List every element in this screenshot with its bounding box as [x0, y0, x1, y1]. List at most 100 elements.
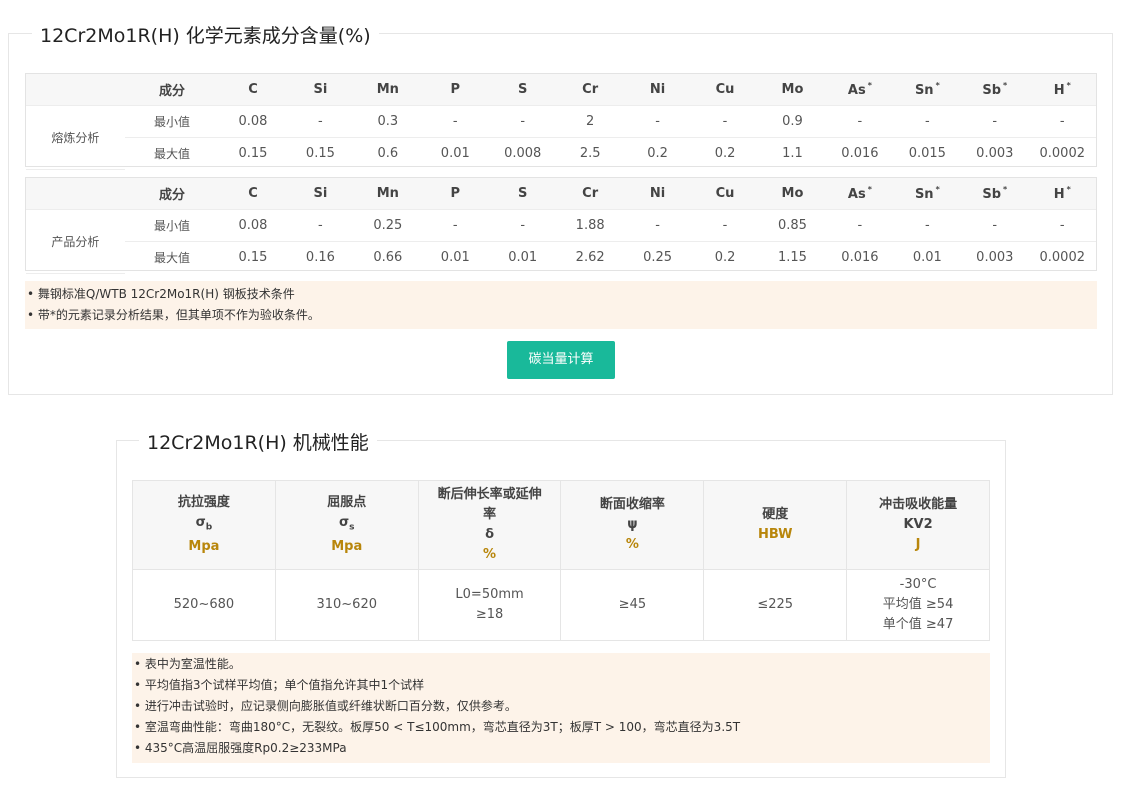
value-cell: 0.15: [238, 250, 268, 265]
value-cell: 0.008: [504, 146, 542, 161]
property-unit: HBW: [758, 527, 793, 542]
analysis-type-label: 产品分析: [26, 209, 125, 274]
table-row: 最大值 0.15 0.16 0.66 0.01 0.01 2.62 0.25 0.2 1.15 0.…: [26, 242, 1096, 274]
note-item: • 表中为室温性能。: [134, 657, 241, 671]
property-value: 520~680: [132, 569, 276, 641]
header-spacer: [26, 74, 125, 106]
value-cell: -: [826, 105, 894, 138]
element-symbol: Cr: [582, 186, 599, 201]
value-cell: 0.016: [841, 250, 879, 265]
element-header: Si: [286, 74, 355, 106]
value-cell: 0.25: [354, 209, 422, 242]
table-row: 熔炼分析 最小值 0.08-0.3- -2- -0.9- - - -: [26, 105, 1096, 170]
element-header: Cu: [691, 178, 759, 210]
value-cell: 0.2: [714, 146, 736, 161]
star-mark: *: [867, 81, 872, 90]
element-symbol: H: [1053, 187, 1065, 202]
property-unit: J: [915, 537, 921, 552]
element-header: C: [219, 74, 287, 106]
element-header: S: [489, 178, 557, 210]
row-label: 最小值: [124, 209, 220, 242]
note-item: • 室温弯曲性能：弯曲180°C，无裂纹。板厚50 < T≤100mm，弯芯直径…: [134, 720, 741, 734]
symbol-subscript: b: [205, 522, 213, 533]
property-symbol: σb: [133, 513, 275, 538]
value-line: 310~620: [316, 597, 377, 612]
element-header: Cr: [556, 74, 624, 106]
value-cell: 0.01: [912, 250, 942, 265]
element-header: S: [489, 74, 557, 106]
property-header: 冲击吸收能量 KV2 J: [846, 480, 990, 570]
value-cell: -: [286, 209, 355, 242]
table-row: 产品分析 最小值 0.08-0.25- -1.88- -0.85- - - -: [26, 209, 1096, 274]
note-item: • 带*的元素记录分析结果，但其单项不作为验收条件。: [27, 308, 320, 322]
carbon-equivalent-button[interactable]: 碳当量计算: [507, 341, 615, 379]
element-header: As *: [826, 74, 894, 106]
value-cell: -: [691, 105, 759, 138]
value-line: 520~680: [173, 597, 235, 612]
element-header: Mn: [354, 74, 422, 106]
value-cell: 0.25: [643, 250, 673, 265]
element-header: Mo: [758, 178, 827, 210]
property-name: 冲击吸收能量: [879, 497, 958, 512]
value-cell: 0.015: [908, 146, 946, 161]
value-cell: 0.3: [354, 105, 422, 138]
property-name: 断后伸长率或延伸: [437, 487, 542, 502]
property-unit: Mpa: [331, 539, 363, 555]
note-item: • 进行冲击试验时，应记录侧向膨胀值或纤维状断口百分数，仅供参考。: [134, 699, 517, 713]
element-symbol: C: [248, 82, 258, 97]
element-header: Si: [286, 178, 355, 210]
element-symbol: Mn: [376, 186, 399, 201]
value-cell: -: [623, 105, 692, 138]
property-unit: %: [625, 537, 639, 552]
value-line: 单个值 ≥47: [882, 617, 954, 632]
row-label: 最小值: [124, 105, 220, 138]
mechanical-properties-table: 抗拉强度 σb Mpa 屈服点 σs Mpa 断后伸长率或延伸率 δ% 断面收缩率 ψ% 硬度 HBW…: [132, 480, 990, 641]
value-cell: -: [286, 105, 355, 138]
symbol-text: σ: [339, 514, 350, 530]
symbol-text: KV2: [903, 517, 933, 532]
property-header: 抗拉强度 σb Mpa: [132, 480, 276, 570]
property-value: -30°C 平均值 ≥54 单个值 ≥47: [846, 569, 990, 641]
mechanical-title: 12Cr2Mo1R(H) 机械性能: [139, 428, 377, 455]
header-label: 成分: [124, 178, 220, 210]
value-cell: 2.5: [579, 146, 601, 161]
element-header-row: 成分 C Si Mn P S Cr Ni Cu Mo As * Sn * Sb * H *: [26, 178, 1096, 210]
element-header: Sb *: [961, 178, 1029, 210]
element-header: As *: [826, 178, 894, 210]
value-cell: 0.2: [714, 250, 736, 265]
property-header: 断后伸长率或延伸率 δ%: [417, 480, 562, 570]
element-symbol: Cu: [715, 186, 735, 201]
element-header: Sb *: [961, 74, 1029, 106]
star-mark: *: [935, 81, 940, 90]
property-unit: %: [483, 547, 497, 562]
value-cell: 0.003: [976, 250, 1014, 265]
property-name: 断面收缩率: [599, 497, 665, 512]
header-label: 成分: [124, 74, 220, 106]
value-cell: 0.66: [373, 250, 403, 265]
mechanical-header-row: 抗拉强度 σb Mpa 屈服点 σs Mpa 断后伸长率或延伸率 δ% 断面收缩率 ψ% 硬度 HBW…: [132, 480, 990, 570]
element-header: C: [219, 178, 287, 210]
product-analysis-table: 成分 C Si Mn P S Cr Ni Cu Mo As * Sn * Sb * H * 产品分析 最小值 0.08-…: [25, 177, 1097, 274]
element-symbol: As: [847, 187, 866, 202]
value-cell: 0.01: [440, 146, 470, 161]
value-cell: -: [961, 105, 1029, 138]
table-row: 最大值 0.15 0.15 0.6 0.01 0.008 2.5 0.2 0.2 1.1 0.016…: [26, 138, 1096, 170]
value-cell: 0.15: [238, 146, 268, 161]
value-cell: 0.0002: [1039, 146, 1086, 161]
value-line: L0=50mm: [455, 587, 524, 602]
element-symbol: Ni: [649, 82, 666, 97]
property-unit: Mpa: [188, 539, 220, 555]
value-cell: 0.08: [219, 105, 287, 138]
note-item: • 435°C高温屈服强度Rp0.2≥233MPa: [134, 741, 347, 755]
element-symbol: Sn: [914, 83, 934, 98]
value-cell: 1.1: [782, 146, 803, 161]
header-spacer: [26, 178, 125, 210]
element-symbol: C: [248, 186, 258, 201]
value-cell: -: [489, 209, 557, 242]
property-value: ≤225: [703, 569, 848, 641]
element-symbol: As: [847, 83, 866, 98]
element-symbol: Cu: [715, 82, 735, 97]
mechanical-value-row: 520~680 310~620 L0=50mm ≥18 ≥45 ≤225 -30°C 平均值 …: [132, 569, 990, 641]
value-cell: -: [691, 209, 759, 242]
element-header-row: 成分 C Si Mn P S Cr Ni Cu Mo As * Sn * Sb * H *: [26, 74, 1096, 106]
